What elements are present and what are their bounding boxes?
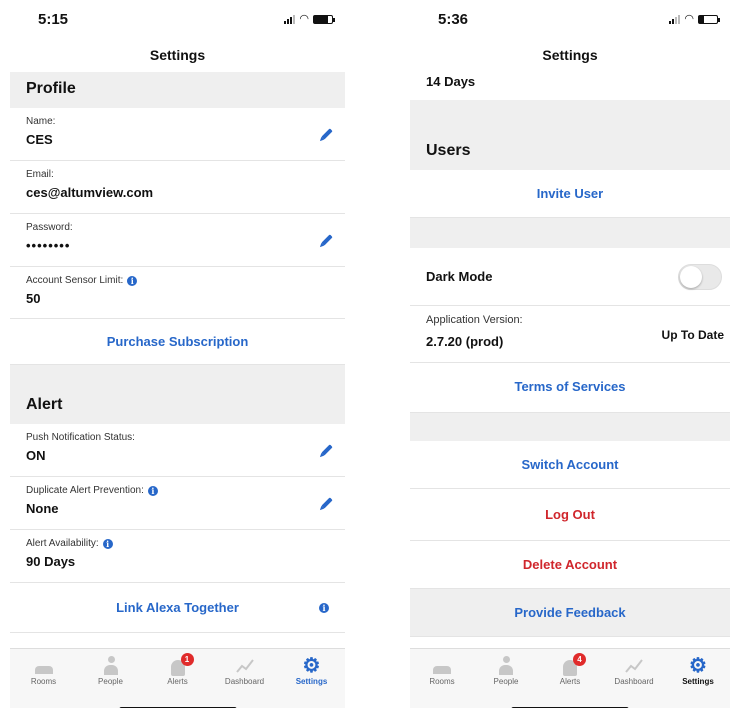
tab-settings-label: Settings: [295, 677, 328, 686]
invite-user-button[interactable]: Invite User: [410, 170, 730, 218]
sensor-limit-label-wrap: Account Sensor Limit: i: [26, 275, 329, 286]
dark-mode-row: Dark Mode: [410, 248, 730, 306]
status-icons: ◠: [669, 13, 720, 25]
status-bar: 5:15 ◠: [10, 0, 345, 38]
dup-value: None: [26, 501, 59, 516]
chart-icon: [235, 659, 254, 673]
tab-bar: Rooms People 1 Alerts Dashboard ⚙ Settings: [10, 648, 345, 708]
email-row: Email: ces@altumview.com: [10, 161, 345, 214]
info-icon[interactable]: i: [102, 538, 113, 549]
alerts-badge: 1: [180, 653, 194, 666]
link-alexa-button[interactable]: Link Alexa Together i: [10, 583, 345, 633]
provide-feedback-button[interactable]: Provide Feedback: [410, 589, 730, 637]
email-value: ces@altumview.com: [26, 185, 154, 200]
right-screen: 5:36 ◠ Settings 14 Days Users Invite Use…: [410, 0, 730, 708]
delete-account-button[interactable]: Delete Account: [410, 541, 730, 589]
tab-people-label: People: [98, 677, 123, 686]
link-alexa-label: Link Alexa Together: [116, 600, 239, 615]
version-status: Up To Date: [661, 328, 724, 342]
dark-mode-toggle[interactable]: [678, 263, 722, 290]
tab-rooms[interactable]: Rooms: [14, 655, 74, 708]
left-screen: 5:15 ◠ Settings Profile Name: CES Email:…: [10, 0, 345, 708]
tab-alerts-label: Alerts: [559, 677, 581, 686]
battery-icon: [698, 14, 720, 24]
tab-alerts[interactable]: 4 Alerts: [540, 653, 600, 708]
info-icon[interactable]: i: [319, 603, 329, 613]
name-row[interactable]: Name: CES: [10, 108, 345, 161]
spacer: [410, 218, 730, 248]
person-icon: [498, 656, 514, 676]
battery-icon: [313, 14, 335, 24]
duplicate-alert-row[interactable]: Duplicate Alert Prevention: i None: [10, 477, 345, 530]
info-icon[interactable]: i: [147, 485, 158, 496]
tab-people[interactable]: People: [476, 655, 536, 708]
gear-icon: ⚙: [689, 655, 707, 677]
tab-alerts-label: Alerts: [167, 677, 188, 686]
status-bar: 5:36 ◠: [410, 0, 730, 38]
bed-icon: [34, 666, 53, 674]
person-icon: [103, 656, 119, 676]
tab-settings-label: Settings: [682, 677, 714, 686]
sensor-limit-row: Account Sensor Limit: i 50: [10, 267, 345, 319]
password-row[interactable]: Password: ••••••••: [10, 214, 345, 267]
push-label: Push Notification Status:: [26, 432, 135, 443]
email-label: Email:: [26, 169, 54, 180]
section-header-users: Users: [410, 100, 730, 170]
alert-availability-row: Alert Availability: i 90 Days: [10, 530, 345, 583]
tab-settings[interactable]: ⚙ Settings: [668, 655, 728, 708]
status-icons: ◠: [284, 13, 335, 25]
availability-value: 14 Days: [426, 74, 476, 89]
avail-label: Alert Availability:: [26, 538, 99, 549]
info-icon[interactable]: i: [127, 275, 138, 286]
tab-dashboard[interactable]: Dashboard: [215, 655, 275, 708]
name-label: Name:: [26, 116, 56, 127]
availability-value-row: 14 Days: [410, 72, 730, 100]
version-row: Application Version: 2.7.20 (prod) Up To…: [410, 306, 730, 363]
dup-label: Duplicate Alert Prevention:: [26, 485, 144, 496]
tab-settings[interactable]: ⚙ Settings: [282, 655, 342, 708]
wifi-icon: ◠: [299, 13, 309, 25]
status-time: 5:36: [438, 10, 469, 28]
tab-dashboard-label: Dashboard: [224, 677, 265, 686]
sensor-limit-value: 50: [26, 291, 41, 306]
spacer: [410, 413, 730, 441]
push-notification-row[interactable]: Push Notification Status: ON: [10, 424, 345, 477]
dark-mode-label: Dark Mode: [426, 269, 493, 284]
signal-icon: [669, 14, 681, 24]
tab-dashboard[interactable]: Dashboard: [604, 655, 664, 708]
bed-icon: [433, 666, 451, 674]
tab-dashboard-label: Dashboard: [614, 677, 654, 686]
switch-account-button[interactable]: Switch Account: [410, 441, 730, 489]
tab-rooms[interactable]: Rooms: [412, 655, 472, 708]
section-header-alert: Alert: [10, 365, 345, 424]
signal-icon: [284, 14, 296, 24]
version-label: Application Version:: [426, 314, 523, 326]
password-value: ••••••••: [26, 238, 71, 253]
tab-people-label: People: [493, 677, 519, 686]
page-title: Settings: [149, 47, 206, 63]
avail-label-wrap: Alert Availability: i: [26, 538, 329, 549]
sensor-limit-label: Account Sensor Limit:: [26, 275, 124, 286]
avail-value: 90 Days: [26, 554, 76, 569]
name-value: CES: [26, 132, 53, 147]
purchase-subscription-button[interactable]: Purchase Subscription: [10, 319, 345, 365]
password-label: Password:: [26, 222, 73, 233]
alerts-badge: 4: [573, 653, 586, 666]
push-value: ON: [26, 448, 46, 463]
terms-of-services-link[interactable]: Terms of Services: [410, 363, 730, 413]
tab-alerts[interactable]: 1 Alerts: [148, 653, 208, 708]
log-out-button[interactable]: Log Out: [410, 489, 730, 541]
tab-bar: Rooms People 4 Alerts Dashboard ⚙ Settings: [410, 648, 730, 708]
page-title: Settings: [542, 47, 598, 63]
section-header-profile: Profile: [10, 72, 345, 108]
chart-icon: [625, 659, 643, 673]
tab-people[interactable]: People: [81, 655, 141, 708]
dup-label-wrap: Duplicate Alert Prevention: i: [26, 485, 329, 496]
tab-rooms-label: Rooms: [30, 677, 57, 686]
tab-rooms-label: Rooms: [429, 677, 455, 686]
status-time: 5:15: [38, 10, 69, 28]
gear-icon: ⚙: [302, 655, 321, 677]
wifi-icon: ◠: [684, 13, 694, 25]
